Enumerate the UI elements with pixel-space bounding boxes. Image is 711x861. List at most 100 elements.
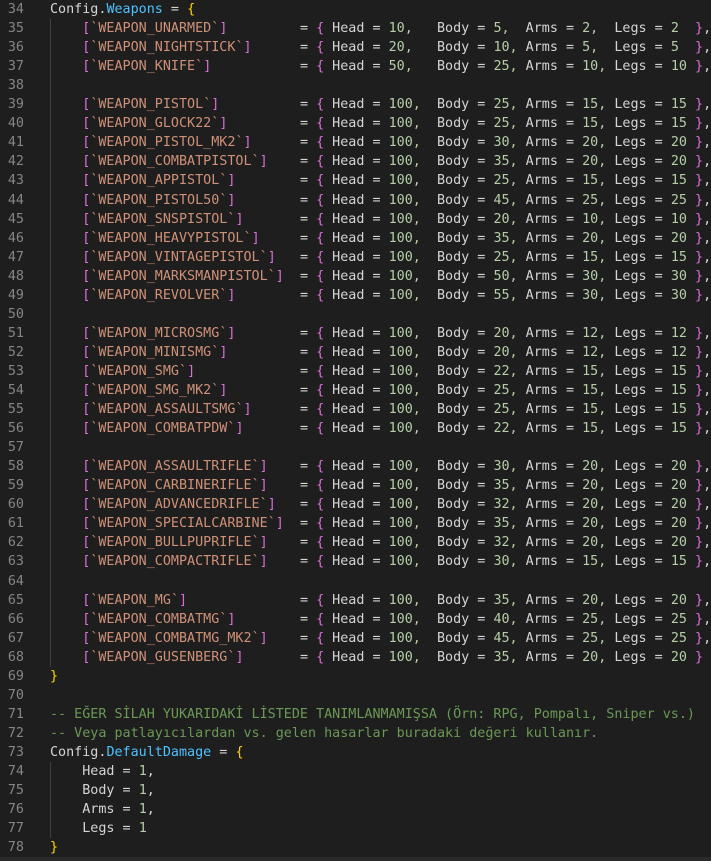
spacing: [252, 135, 300, 150]
code-line[interactable]: 49 [`WEAPON_REVOLVER`] = { Head = 100, B…: [0, 286, 711, 305]
property-name: Weapons: [106, 2, 163, 17]
key-arms: Arms =: [517, 649, 583, 665]
code-line[interactable]: 65 [`WEAPON_MG`] = { Head = 100, Body = …: [0, 591, 711, 610]
code-line[interactable]: 58 [`WEAPON_ASSAULTRIFLE`] = { Head = 10…: [0, 457, 711, 476]
code-line[interactable]: 55 [`WEAPON_ASSAULTSMG`] = { Head = 100,…: [0, 400, 711, 419]
comma: ,: [703, 383, 711, 398]
open-brace: {: [316, 192, 325, 208]
code-line[interactable]: 61 [`WEAPON_SPECIALCARBINE`] = { Head = …: [0, 514, 711, 533]
code-line[interactable]: 68 [`WEAPON_GUSENBERG`] = { Head = 100, …: [0, 648, 711, 667]
head-value: 100,: [388, 363, 429, 379]
close-brace: }: [50, 668, 59, 684]
key-head: Head =: [324, 230, 389, 246]
legs-value: 25: [670, 192, 695, 208]
open-brace: {: [316, 211, 325, 227]
close-brace: }: [695, 97, 704, 113]
line-number: 49: [7, 287, 24, 303]
weapon-name: WEAPON_COMBATMG: [98, 611, 220, 627]
code-line[interactable]: 67 [`WEAPON_COMBATMG_MK2`] = { Head = 10…: [0, 629, 711, 648]
code-line[interactable]: 50: [0, 305, 711, 324]
code-line[interactable]: 53 [`WEAPON_SMG`] = { Head = 100, Body =…: [0, 362, 711, 381]
code-line[interactable]: 62 [`WEAPON_BULLPUPRIFLE`] = { Head = 10…: [0, 533, 711, 552]
weapon-name: WEAPON_KNIFE: [98, 59, 196, 75]
comma: ,: [146, 764, 155, 779]
code-line[interactable]: 56 [`WEAPON_COMBATPDW`] = { Head = 100, …: [0, 419, 711, 438]
operator: =: [299, 402, 317, 418]
code-line[interactable]: 41 [`WEAPON_PISTOL_MK2`] = { Head = 100,…: [0, 133, 711, 152]
spacing: [268, 631, 300, 646]
body-value: 25,: [493, 249, 518, 265]
key-legs: Legs =: [606, 154, 671, 170]
body-value: 25,: [493, 402, 518, 418]
code-line[interactable]: 66 [`WEAPON_COMBATMG`] = { Head = 100, B…: [0, 610, 711, 629]
spacing: [219, 97, 300, 112]
key-body: Body =: [428, 268, 494, 284]
body-value: 25,: [493, 383, 518, 398]
close-bracket: ]: [251, 230, 260, 246]
code-line[interactable]: 51 [`WEAPON_MICROSMG`] = { Head = 100, B…: [0, 324, 711, 343]
open-brace: {: [316, 173, 325, 189]
code-line[interactable]: 60 [`WEAPON_ADVANCEDRIFLE`] = { Head = 1…: [0, 495, 711, 514]
close-brace: }: [695, 383, 704, 398]
code-line[interactable]: 44 [`WEAPON_PISTOL50`] = { Head = 100, B…: [0, 191, 711, 210]
line-number: 42: [7, 154, 24, 170]
key-head: Head =: [324, 249, 389, 265]
identifier: Config: [50, 2, 99, 17]
code-line[interactable]: 46 [`WEAPON_HEAVYPISTOL`] = { Head = 100…: [0, 229, 711, 248]
code-line[interactable]: 45 [`WEAPON_SNSPISTOL`] = { Head = 100, …: [0, 210, 711, 229]
code-line[interactable]: 38: [0, 76, 711, 95]
arms-value: 20,: [582, 516, 607, 532]
code-line[interactable]: 54 [`WEAPON_SMG_MK2`] = { Head = 100, Bo…: [0, 381, 711, 400]
code-line[interactable]: 37 [`WEAPON_KNIFE`] = { Head = 50, Body …: [0, 57, 711, 76]
key-arms: Arms =: [517, 116, 583, 132]
code-line[interactable]: 77 Legs = 1: [0, 819, 711, 838]
weapon-name: WEAPON_MINISMG: [98, 344, 212, 360]
weapon-name: WEAPON_VINTAGEPISTOL: [98, 249, 260, 265]
code-line[interactable]: 42 [`WEAPON_COMBATPISTOL`] = { Head = 10…: [0, 152, 711, 171]
code-line[interactable]: 76 Arms = 1,: [0, 800, 711, 819]
code-line[interactable]: 78}: [0, 838, 711, 857]
close-bracket: ]: [275, 268, 284, 284]
code-line[interactable]: 70: [0, 686, 711, 705]
horizontal-scrollbar[interactable]: [0, 857, 711, 861]
code-line[interactable]: 72 -- Veya patlayıcılardan vs. gelen hasa…: [0, 724, 711, 743]
code-line[interactable]: 36 [`WEAPON_NIGHTSTICK`] = { Head = 20, …: [0, 38, 711, 57]
code-content: [`WEAPON_SPECIALCARBINE`] = { Head = 100…: [50, 514, 711, 533]
line-number: 44: [7, 192, 24, 208]
code-line[interactable]: 43 [`WEAPON_APPISTOL`] = { Head = 100, B…: [0, 171, 711, 190]
key-head: Head =: [324, 592, 389, 608]
code-line[interactable]: 73 Config.DefaultDamage = {: [0, 743, 711, 762]
code-line[interactable]: 35 [`WEAPON_UNARMED`] = { Head = 10, Bod…: [0, 19, 711, 38]
code-line[interactable]: 57: [0, 438, 711, 457]
weapon-name: WEAPON_CARBINERIFLE: [98, 478, 252, 494]
code-line[interactable]: 48 [`WEAPON_MARKSMANPISTOL`] = { Head = …: [0, 267, 711, 286]
code-line[interactable]: 63 [`WEAPON_COMPACTRIFLE`] = { Head = 10…: [0, 552, 711, 571]
line-number: 51: [7, 325, 24, 341]
code-line[interactable]: 47 [`WEAPON_VINTAGEPISTOL`] = { Head = 1…: [0, 248, 711, 267]
head-value: 100,: [388, 402, 429, 418]
open-brace: {: [316, 535, 325, 551]
code-line[interactable]: 59 [`WEAPON_CARBINERIFLE`] = { Head = 10…: [0, 476, 711, 495]
arms-value: 15,: [582, 97, 607, 113]
code-line[interactable]: 64: [0, 572, 711, 591]
weapon-name: WEAPON_ADVANCEDRIFLE: [98, 497, 260, 513]
key-arms: Arms =: [517, 21, 583, 37]
body-value: 22,: [493, 363, 518, 379]
code-line[interactable]: 69}: [0, 667, 711, 686]
code-line[interactable]: 75 Body = 1,: [0, 781, 711, 800]
code-line[interactable]: 34 Config.Weapons = {: [0, 0, 711, 19]
code-line[interactable]: 40 [`WEAPON_GLOCK22`] = { Head = 100, Bo…: [0, 114, 711, 133]
code-line[interactable]: 71 -- EĞER SİLAH YUKARIDAKİ LİSTEDE TANIM…: [0, 705, 711, 724]
code-editor[interactable]: 34 Config.Weapons = {35 [`WEAPON_UNARMED`…: [0, 0, 711, 861]
key-legs: Legs =: [606, 516, 671, 532]
code-line[interactable]: 74 Head = 1,: [0, 762, 711, 781]
open-brace: {: [316, 249, 325, 265]
code-line[interactable]: 39 [`WEAPON_PISTOL`] = { Head = 100, Bod…: [0, 95, 711, 114]
code-content: [`WEAPON_ASSAULTRIFLE`] = { Head = 100, …: [50, 457, 711, 476]
line-number: 68: [7, 649, 24, 665]
operator: =: [299, 459, 317, 475]
code-line[interactable]: 52 [`WEAPON_MINISMG`] = { Head = 100, Bo…: [0, 343, 711, 362]
